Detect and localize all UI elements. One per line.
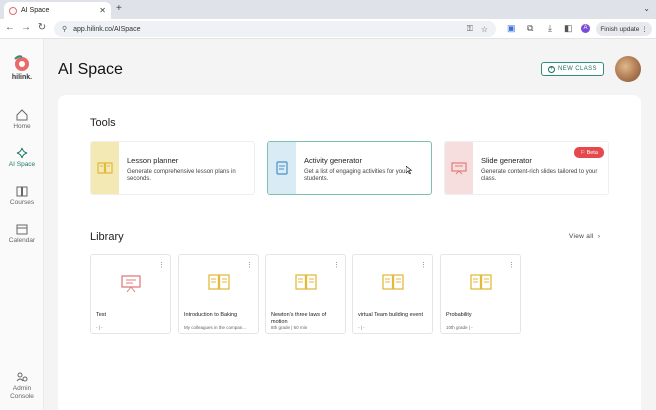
beta-label: Beta bbox=[586, 149, 598, 156]
download-icon[interactable]: ⤓ bbox=[548, 23, 552, 34]
tool-desc: Generate comprehensive lesson plans in s… bbox=[127, 169, 236, 182]
reload-icon[interactable]: ↻ bbox=[36, 22, 48, 33]
site-info-icon[interactable]: ⚲ bbox=[62, 25, 67, 33]
ai-sparkle-icon bbox=[16, 147, 28, 159]
finish-update-label: Finish update bbox=[600, 25, 640, 33]
activity-doc-icon bbox=[276, 161, 288, 175]
forward-icon[interactable]: → bbox=[20, 22, 32, 33]
user-avatar[interactable] bbox=[615, 56, 641, 82]
sidebar-item-courses[interactable]: Courses bbox=[0, 185, 44, 206]
library-card[interactable]: ⋮ virtual Team building event - | - bbox=[352, 254, 433, 334]
library-item-name: Introduction to Baking bbox=[184, 312, 238, 318]
tool-icon-bg bbox=[445, 142, 473, 194]
favicon-icon bbox=[9, 6, 17, 15]
address-bar[interactable]: ⚲ app.hilink.co/AISpace ⚿ ☆ bbox=[54, 21, 496, 37]
sidebar-item-label: Courses bbox=[9, 199, 35, 206]
sidebar-item-ai-space[interactable]: AI Space bbox=[0, 147, 44, 168]
browser-tab-strip: AI Space ✕ + ⌄ bbox=[0, 0, 656, 19]
beta-badge: ⚐ Beta bbox=[574, 147, 604, 158]
library-item-meta: My colleagues in the compan... bbox=[184, 325, 247, 330]
profile-avatar-icon[interactable]: A bbox=[581, 24, 590, 33]
side-panel-icon[interactable]: ◧ bbox=[564, 23, 573, 34]
more-options-icon[interactable]: ⋮ bbox=[420, 261, 427, 269]
home-icon bbox=[16, 109, 28, 121]
library-item-name: Probability bbox=[446, 312, 472, 318]
library-card[interactable]: ⋮ Newton's three laws of motion 8th grad… bbox=[265, 254, 346, 334]
library-item-meta: - | - bbox=[358, 325, 365, 330]
library-card[interactable]: ⋮ Probability 10th grade | - bbox=[440, 254, 521, 334]
library-item-meta: 8th grade | 60 min bbox=[271, 325, 308, 330]
new-tab-icon[interactable]: + bbox=[116, 3, 122, 14]
book-icon bbox=[16, 186, 28, 197]
view-all-label: View all bbox=[569, 233, 594, 240]
sidebar: hilink. Home AI Space Courses Calendar A… bbox=[0, 39, 44, 410]
more-options-icon[interactable]: ⋮ bbox=[158, 261, 165, 269]
library-card[interactable]: ⋮ Test - | - bbox=[90, 254, 171, 334]
book-icon bbox=[295, 274, 317, 290]
password-key-icon[interactable]: ⚿ bbox=[467, 24, 473, 34]
page-title: AI Space bbox=[58, 61, 123, 78]
hilink-logo-icon[interactable] bbox=[13, 55, 31, 73]
plus-icon: + bbox=[548, 65, 556, 73]
tool-icon-bg bbox=[91, 142, 119, 194]
more-options-icon[interactable]: ⋮ bbox=[508, 261, 515, 269]
sidebar-item-home[interactable]: Home bbox=[0, 109, 44, 130]
finish-update-button[interactable]: Finish update ⋮ bbox=[596, 22, 652, 36]
more-options-icon[interactable]: ⋮ bbox=[333, 261, 340, 269]
book-icon bbox=[470, 274, 492, 290]
presentation-icon bbox=[451, 162, 467, 175]
library-item-name: Newton's three laws of motion bbox=[271, 312, 327, 325]
calendar-icon bbox=[16, 224, 28, 235]
tool-icon-bg bbox=[268, 142, 296, 194]
book-icon bbox=[97, 162, 113, 174]
browser-toolbar: ← → ↻ ⚲ app.hilink.co/AISpace ⚿ ☆ ▣ ⧉ ⤓ … bbox=[0, 19, 656, 39]
more-options-icon[interactable]: ⋮ bbox=[246, 261, 253, 269]
tool-name: Activity generator bbox=[304, 156, 362, 165]
library-item-meta: - | - bbox=[96, 325, 103, 330]
sidebar-item-label: Admin Console bbox=[10, 385, 34, 400]
browser-tab[interactable]: AI Space ✕ bbox=[4, 2, 111, 19]
book-icon bbox=[382, 274, 404, 290]
sidebar-item-label: Calendar bbox=[8, 237, 36, 244]
users-gear-icon bbox=[16, 372, 28, 382]
translate-icon[interactable]: ▣ bbox=[507, 23, 516, 34]
presentation-icon bbox=[121, 275, 141, 293]
sidebar-item-label: AI Space bbox=[8, 161, 36, 168]
url-text: app.hilink.co/AISpace bbox=[73, 25, 141, 33]
mouse-cursor-icon bbox=[406, 166, 412, 174]
chevron-right-icon: › bbox=[597, 233, 601, 240]
library-heading: Library bbox=[90, 231, 124, 243]
sidebar-item-admin-console[interactable]: Admin Console bbox=[0, 371, 44, 401]
bookmark-star-icon[interactable]: ☆ bbox=[481, 25, 488, 34]
library-item-meta: 10th grade | - bbox=[446, 325, 473, 330]
new-class-button[interactable]: + NEW CLASS bbox=[541, 62, 604, 76]
tab-search-icon[interactable]: ⌄ bbox=[643, 4, 650, 13]
tool-name: Lesson planner bbox=[127, 156, 179, 165]
logo-text: hilink. bbox=[11, 74, 33, 81]
sidebar-item-label: Home bbox=[13, 123, 31, 130]
new-class-label: NEW CLASS bbox=[558, 66, 597, 72]
library-item-name: virtual Team building event bbox=[358, 312, 424, 318]
tab-title: AI Space bbox=[21, 7, 50, 14]
book-icon bbox=[208, 274, 230, 290]
tool-desc: Generate content-rich slides tailored to… bbox=[481, 169, 598, 182]
tools-heading: Tools bbox=[90, 117, 116, 129]
close-tab-icon[interactable]: ✕ bbox=[99, 6, 106, 15]
view-all-link[interactable]: View all › bbox=[569, 233, 600, 240]
sidebar-item-calendar[interactable]: Calendar bbox=[0, 223, 44, 244]
extensions-icon[interactable]: ⧉ bbox=[527, 23, 533, 34]
library-card[interactable]: ⋮ Introduction to Baking My colleagues i… bbox=[178, 254, 259, 334]
back-icon[interactable]: ← bbox=[4, 22, 16, 33]
tool-card-lesson-planner[interactable]: Lesson planner Generate comprehensive le… bbox=[90, 141, 255, 195]
library-item-name: Test bbox=[96, 312, 107, 318]
